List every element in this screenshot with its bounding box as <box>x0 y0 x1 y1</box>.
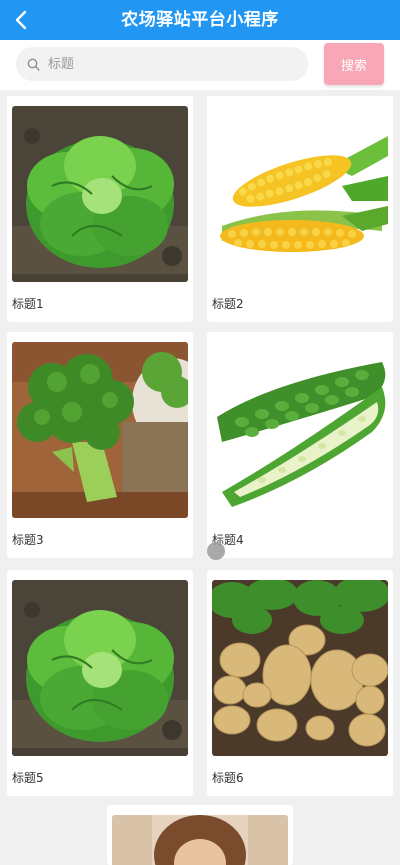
product-card[interactable] <box>107 805 293 865</box>
search-input[interactable] <box>46 55 290 73</box>
page-title: 农场驿站平台小程序 <box>121 10 279 30</box>
product-image-portrait[interactable] <box>112 815 288 865</box>
product-card[interactable]: 标题6 <box>207 570 393 796</box>
product-title: 标题3 <box>12 533 44 547</box>
product-image-broccoli[interactable] <box>12 342 188 518</box>
search-icon <box>26 57 40 71</box>
product-title: 标题5 <box>12 771 44 785</box>
search-box[interactable] <box>16 47 308 81</box>
product-image-lettuce[interactable] <box>12 106 188 282</box>
product-image-corn[interactable] <box>212 106 388 282</box>
product-card[interactable]: 标题1 <box>7 96 193 322</box>
search-button[interactable]: 搜索 <box>324 43 384 85</box>
product-title: 标题1 <box>12 297 44 311</box>
search-bar: 搜索 <box>0 40 400 90</box>
product-title: 标题2 <box>212 297 244 311</box>
product-card[interactable]: 标题3 <box>7 332 193 558</box>
product-image-lettuce[interactable] <box>12 580 188 756</box>
product-card[interactable]: 标题5 <box>7 570 193 796</box>
product-image-bitter-melon[interactable] <box>212 342 388 518</box>
product-card[interactable]: 标题2 <box>207 96 393 322</box>
product-image-potatoes[interactable] <box>212 580 388 756</box>
product-title: 标题6 <box>212 771 244 785</box>
floating-drag-handle[interactable] <box>207 542 225 560</box>
app-header: 农场驿站平台小程序 <box>0 0 400 40</box>
product-card[interactable]: 标题4 <box>207 332 393 558</box>
